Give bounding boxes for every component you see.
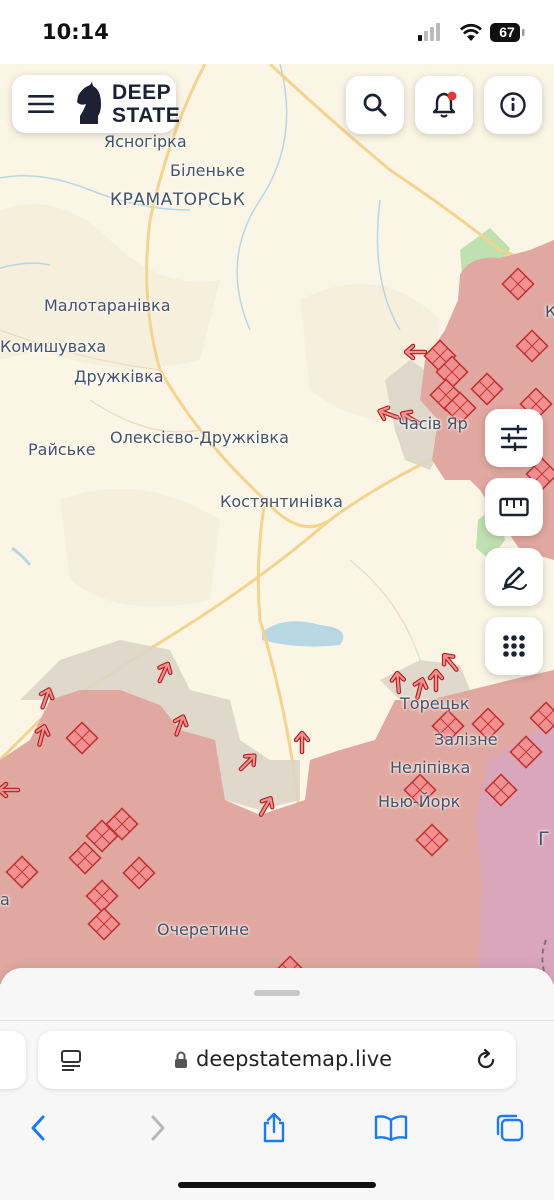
tabs-button[interactable] bbox=[490, 1108, 530, 1148]
place-label: Залізне bbox=[434, 730, 498, 749]
bell-icon bbox=[432, 91, 457, 118]
tabs-icon bbox=[496, 1114, 524, 1142]
ruler-icon bbox=[499, 497, 529, 517]
filters-button[interactable] bbox=[485, 409, 543, 467]
draw-button[interactable] bbox=[485, 548, 543, 606]
share-icon bbox=[263, 1112, 285, 1143]
status-bar: 10:14 67 bbox=[0, 0, 554, 64]
apps-grid-icon bbox=[503, 635, 525, 657]
sheet-drag-handle[interactable] bbox=[254, 990, 300, 996]
place-label: Часів Яр bbox=[398, 414, 468, 433]
place-label: Неліпівка bbox=[390, 758, 471, 777]
back-icon bbox=[31, 1115, 45, 1141]
signal-icon bbox=[418, 23, 440, 41]
place-label: Дружківка bbox=[74, 367, 164, 386]
place-label: Очеретине bbox=[157, 920, 249, 939]
bottom-sheet: deepstatemap.live bbox=[0, 968, 554, 1200]
logo-card: DEEP STATE bbox=[12, 75, 180, 133]
info-button[interactable] bbox=[484, 76, 542, 134]
info-icon bbox=[500, 92, 526, 118]
draw-icon bbox=[502, 566, 527, 590]
place-label: Біленьке bbox=[170, 161, 245, 180]
share-button[interactable] bbox=[254, 1108, 294, 1148]
place-label: Ясногірка bbox=[104, 132, 187, 151]
divider bbox=[0, 1020, 554, 1021]
wifi-icon bbox=[460, 23, 482, 41]
notification-dot bbox=[447, 91, 457, 101]
place-label: Комишуваха bbox=[0, 337, 107, 356]
apps-grid-button[interactable] bbox=[485, 617, 543, 675]
place-label: Малотаранівка bbox=[44, 296, 171, 315]
status-indicators: 67 bbox=[418, 20, 530, 46]
map-layer bbox=[0, 64, 554, 984]
knight-logo-icon bbox=[77, 82, 101, 124]
notifications-button[interactable] bbox=[415, 76, 473, 134]
previous-tab[interactable] bbox=[0, 1031, 26, 1089]
map-canvas[interactable]: Ясногірка Біленьке КРАМАТОРСЬК Малотаран… bbox=[0, 64, 554, 984]
bookmarks-icon bbox=[374, 1115, 408, 1142]
place-label: а bbox=[0, 890, 10, 909]
forward-button[interactable] bbox=[138, 1108, 178, 1148]
reload-icon[interactable] bbox=[474, 1048, 498, 1072]
search-icon bbox=[363, 93, 387, 117]
place-label: Торецьк bbox=[400, 694, 470, 713]
place-label: Костянтинівка bbox=[220, 492, 343, 511]
logo-text-line1: DEEP bbox=[112, 81, 172, 104]
lock-icon bbox=[175, 1051, 187, 1068]
place-label: Нью-Йорк bbox=[378, 792, 461, 811]
city-label: КРАМАТОРСЬК bbox=[110, 190, 246, 210]
place-label: К bbox=[545, 302, 554, 321]
home-indicator bbox=[178, 1182, 376, 1188]
ruler-button[interactable] bbox=[485, 478, 543, 536]
address-bar[interactable]: deepstatemap.live bbox=[38, 1031, 516, 1089]
url-text: deepstatemap.live bbox=[196, 1047, 393, 1071]
place-label: Г bbox=[538, 828, 550, 850]
place-label: Райське bbox=[28, 440, 96, 459]
filters-icon bbox=[500, 425, 528, 451]
menu-button[interactable] bbox=[28, 94, 54, 114]
forward-icon bbox=[151, 1115, 165, 1141]
logo-text-line2: STATE bbox=[112, 104, 181, 127]
bookmarks-button[interactable] bbox=[371, 1108, 411, 1148]
search-button[interactable] bbox=[346, 76, 404, 134]
reader-icon[interactable] bbox=[60, 1049, 82, 1071]
battery-level: 67 bbox=[499, 24, 515, 40]
menu-icon bbox=[28, 95, 54, 113]
status-time: 10:14 bbox=[42, 20, 109, 44]
place-label: Олексієво-Дружківка bbox=[110, 428, 289, 447]
back-button[interactable] bbox=[18, 1108, 58, 1148]
